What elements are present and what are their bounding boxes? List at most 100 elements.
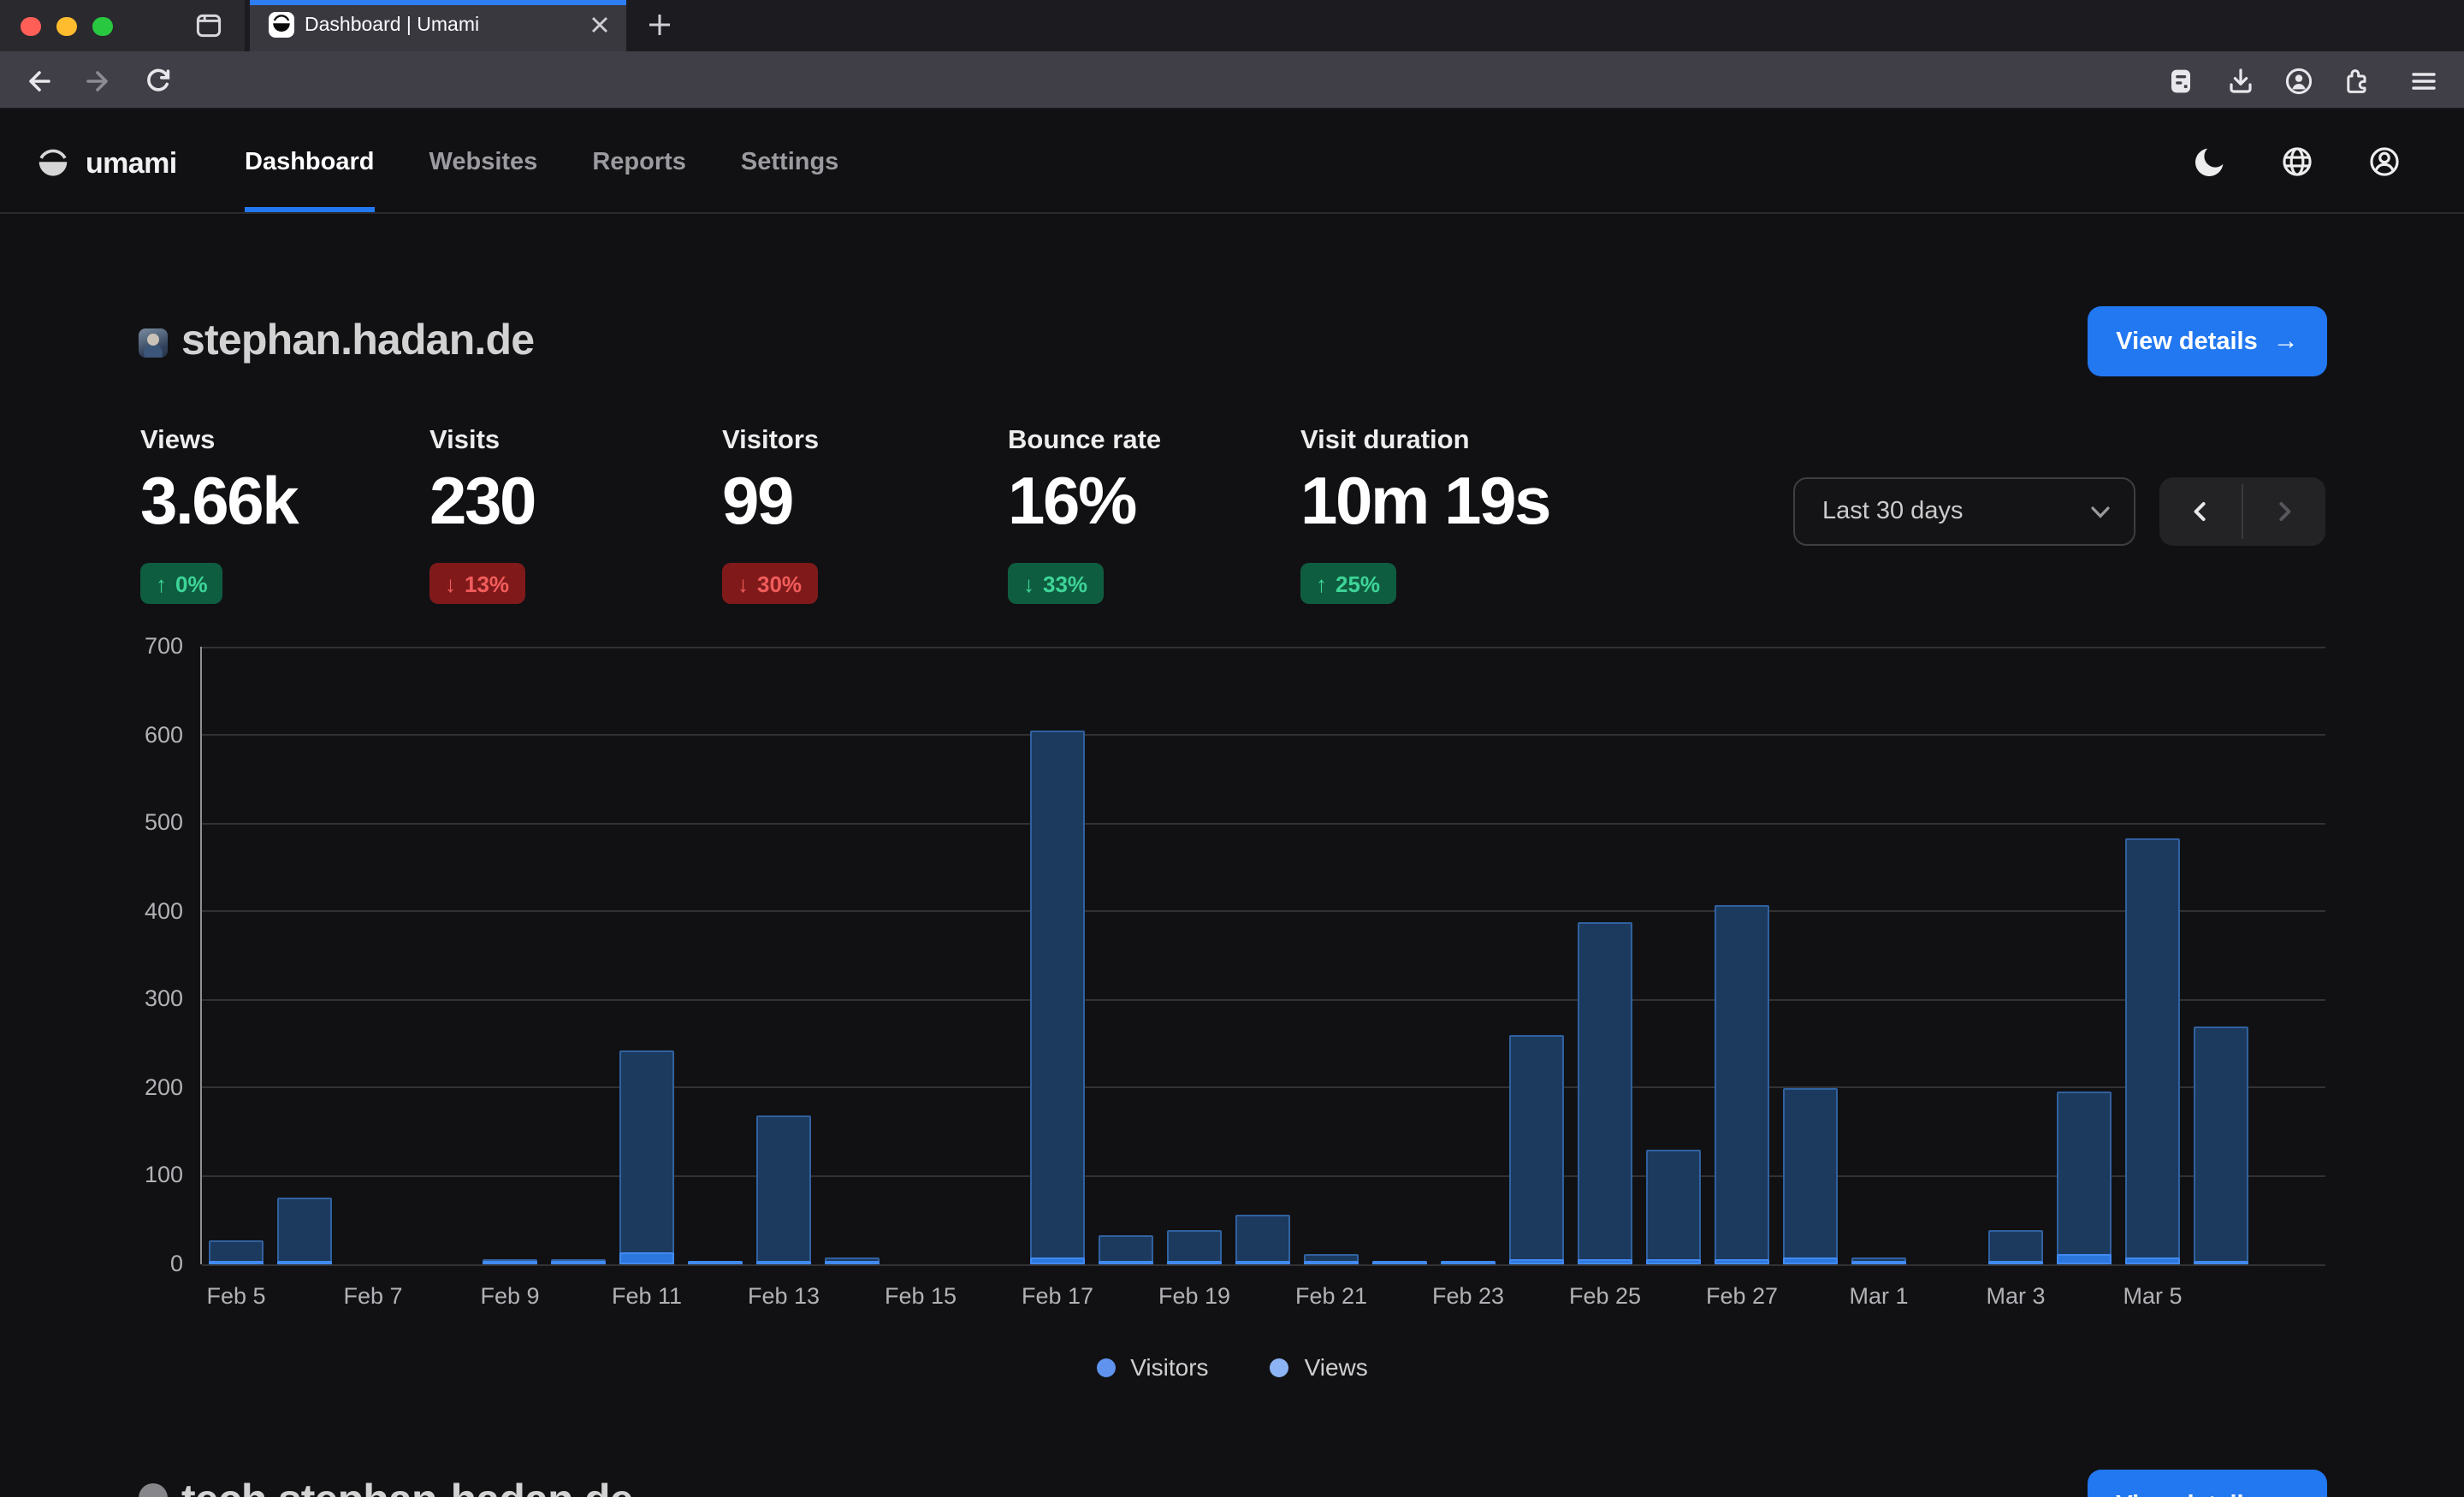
stat-visitors: Visitors 99 ↓30%	[722, 426, 819, 604]
visitors-bar[interactable]	[619, 1253, 674, 1264]
x-axis-tick-label: Mar 3	[1947, 1283, 2084, 1309]
close-tab-icon[interactable]	[590, 15, 609, 34]
views-bar[interactable]	[1578, 922, 1632, 1264]
views-bar[interactable]	[2057, 1092, 2112, 1264]
theme-moon-icon[interactable]	[2192, 144, 2228, 180]
pageviews-bar-chart[interactable]: 0100200300400500600700Feb 5Feb 7Feb 9Feb…	[200, 647, 2324, 1264]
x-axis-tick-label: Mar 5	[2084, 1283, 2221, 1309]
visitors-bar[interactable]	[1783, 1258, 1838, 1264]
visitors-bar[interactable]	[2057, 1255, 2112, 1264]
legend-label: Views	[1305, 1353, 1368, 1381]
extensions-icon[interactable]	[2343, 67, 2372, 96]
views-bar[interactable]	[1167, 1230, 1222, 1264]
y-axis-tick-label: 100	[108, 1163, 183, 1188]
chart-gridline	[202, 1175, 2325, 1177]
views-bar[interactable]	[1646, 1150, 1701, 1264]
browser-window: Dashboard | Umami	[0, 0, 2464, 1497]
download-icon[interactable]	[2226, 67, 2255, 96]
new-tab-button[interactable]	[647, 12, 672, 38]
y-axis-tick-label: 600	[108, 721, 183, 747]
main-nav: Dashboard Websites Reports Settings	[245, 111, 838, 212]
view-details-button-second[interactable]: View details →	[2088, 1470, 2327, 1497]
nav-item-websites[interactable]: Websites	[429, 111, 538, 212]
visitors-bar[interactable]	[1441, 1260, 1496, 1264]
date-range-select[interactable]: Last 30 days	[1793, 477, 2135, 546]
legend-item-visitors[interactable]: Visitors	[1096, 1353, 1208, 1381]
visitors-bar[interactable]	[483, 1260, 537, 1264]
visitors-bar[interactable]	[2194, 1260, 2248, 1264]
visitors-bar[interactable]	[1372, 1260, 1427, 1264]
forward-icon[interactable]	[84, 67, 113, 96]
views-bar[interactable]	[1099, 1235, 1153, 1264]
visitors-bar[interactable]	[688, 1260, 743, 1264]
arrow-right-icon: →	[2273, 1490, 2299, 1497]
window-controls	[21, 16, 112, 36]
language-globe-icon[interactable]	[2279, 144, 2315, 180]
nav-item-dashboard[interactable]: Dashboard	[245, 111, 375, 212]
active-tab-indicator	[250, 0, 626, 4]
visitors-bar[interactable]	[1099, 1260, 1153, 1264]
stat-visit-duration: Visit duration 10m 19s ↑25%	[1300, 426, 1549, 604]
views-bar[interactable]	[2125, 838, 2180, 1264]
next-period-button[interactable]	[2243, 477, 2325, 546]
visitors-bar[interactable]	[1235, 1260, 1290, 1264]
umami-favicon-icon	[269, 12, 294, 38]
visitors-bar[interactable]	[1851, 1260, 1906, 1264]
zoom-window-button[interactable]	[92, 16, 112, 36]
nav-item-settings[interactable]: Settings	[741, 111, 838, 212]
arrow-up-icon: ↑	[156, 571, 167, 596]
x-axis-tick-label: Feb 21	[1263, 1283, 1400, 1309]
views-bar[interactable]	[1030, 731, 1085, 1264]
visitors-bar[interactable]	[1715, 1259, 1769, 1264]
views-bar[interactable]	[1783, 1088, 1838, 1264]
x-axis-tick-label: Feb 19	[1126, 1283, 1263, 1309]
menu-icon[interactable]	[2409, 67, 2438, 96]
stat-change-badge: ↑25%	[1300, 563, 1395, 604]
views-bar[interactable]	[756, 1115, 811, 1264]
arrow-up-icon: ↑	[1316, 571, 1327, 596]
views-bar[interactable]	[277, 1198, 332, 1264]
views-bar[interactable]	[1988, 1230, 2043, 1264]
visitors-bar[interactable]	[825, 1260, 880, 1264]
y-axis-tick-label: 700	[108, 633, 183, 659]
visitors-bar[interactable]	[1988, 1260, 2043, 1264]
nav-item-reports[interactable]: Reports	[592, 111, 686, 212]
arrow-down-icon: ↓	[445, 571, 456, 596]
chart-gridline	[202, 1087, 2325, 1089]
visitors-bar[interactable]	[1646, 1260, 1701, 1264]
second-site-name: tech.stephan-hadan.de	[181, 1476, 633, 1497]
site-favicon	[139, 328, 168, 358]
views-bar[interactable]	[2194, 1027, 2248, 1264]
views-bar[interactable]	[619, 1050, 674, 1264]
visitors-bar[interactable]	[1509, 1260, 1564, 1264]
view-details-button[interactable]: View details →	[2088, 306, 2327, 376]
back-icon[interactable]	[24, 67, 53, 96]
minimize-window-button[interactable]	[56, 16, 76, 36]
visitors-bar[interactable]	[1304, 1260, 1359, 1264]
views-bar[interactable]	[1235, 1215, 1290, 1264]
reload-icon[interactable]	[144, 67, 173, 96]
views-bar[interactable]	[1509, 1035, 1564, 1264]
browser-tab[interactable]: Dashboard | Umami	[250, 0, 626, 51]
account-icon[interactable]	[2284, 67, 2313, 96]
dashboard-content: stephan.hadan.de View details → Views 3.…	[0, 216, 2464, 1497]
visitors-bar[interactable]	[1030, 1258, 1085, 1264]
visitors-bar[interactable]	[2125, 1257, 2180, 1264]
profile-user-icon[interactable]	[2366, 144, 2402, 180]
visitors-bar[interactable]	[551, 1260, 606, 1264]
close-window-button[interactable]	[21, 16, 40, 36]
date-pager	[2159, 477, 2325, 546]
legend-item-views[interactable]: Views	[1270, 1353, 1368, 1381]
library-icon[interactable]	[2166, 67, 2195, 96]
chart-legend: Visitors Views	[0, 1353, 2464, 1381]
x-axis-tick-label: Feb 25	[1537, 1283, 1673, 1309]
previous-period-button[interactable]	[2159, 477, 2242, 546]
visitors-bar[interactable]	[756, 1260, 811, 1264]
visitors-bar[interactable]	[209, 1260, 264, 1264]
firefox-view-icon[interactable]	[195, 12, 222, 39]
visitors-bar[interactable]	[1167, 1260, 1222, 1264]
x-axis-tick-label: Feb 23	[1400, 1283, 1537, 1309]
views-bar[interactable]	[1715, 905, 1769, 1264]
visitors-bar[interactable]	[1578, 1259, 1632, 1264]
visitors-bar[interactable]	[277, 1260, 332, 1264]
